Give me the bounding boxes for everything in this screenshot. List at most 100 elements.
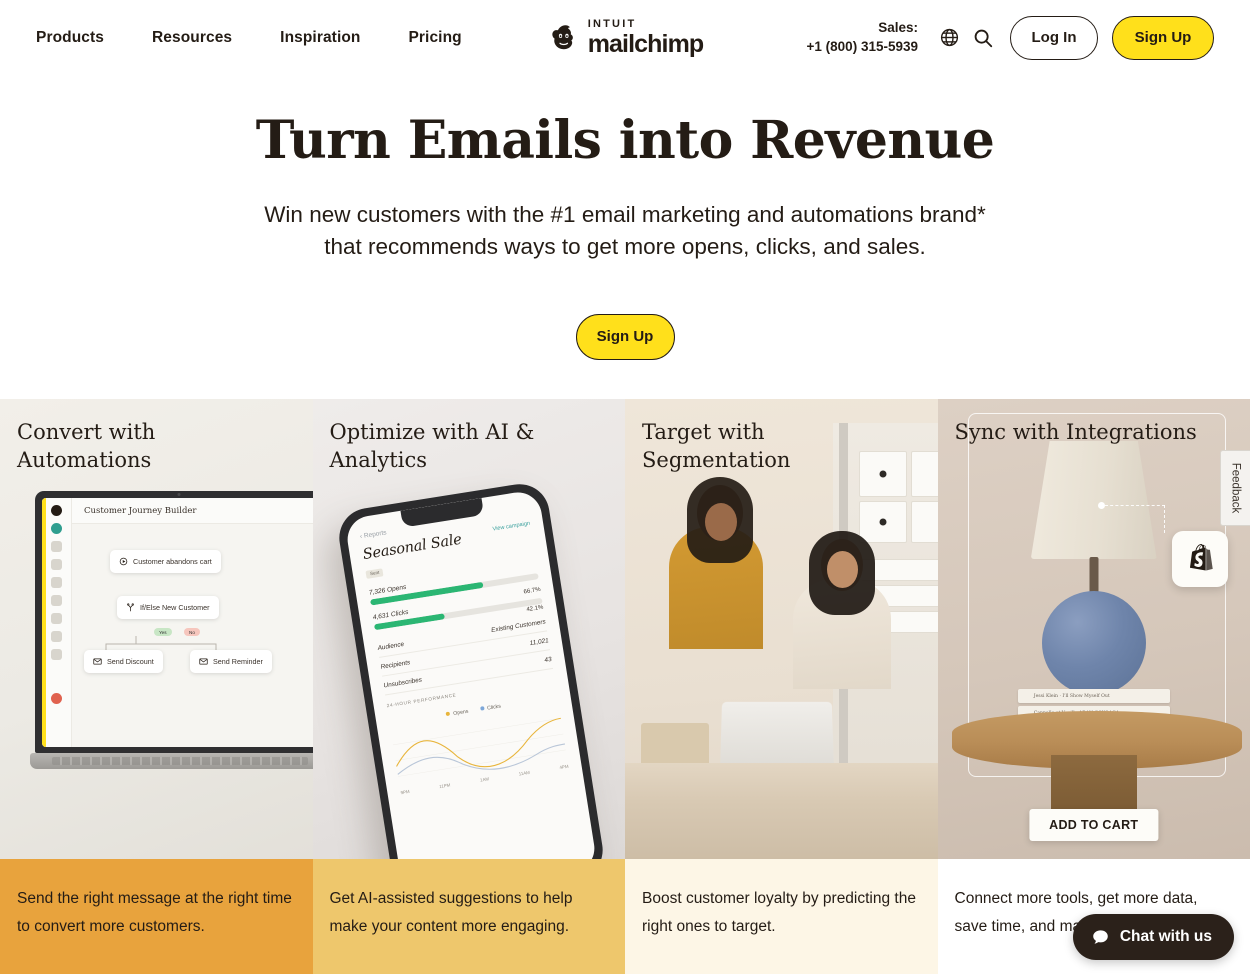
feature-card-integrations[interactable]: Sync with Integrations Jessi Klein · I'l…	[937, 399, 1250, 974]
legend-label-opens: Opens	[452, 708, 469, 717]
lamp-shade	[1030, 441, 1157, 559]
login-button[interactable]: Log In	[1010, 15, 1098, 60]
report-row-recipients-label: Recipients	[379, 659, 411, 671]
journey-node-send-reminder: Send Reminder	[190, 650, 272, 673]
app-body: Customer Journey Builder Customer abando…	[72, 498, 313, 747]
hero-cta-container: Sign Up	[20, 313, 1230, 360]
storage-box	[910, 501, 938, 543]
laptop-on-table	[719, 701, 835, 772]
work-table	[625, 763, 938, 859]
journey-node-send-discount-label: Send Discount	[107, 657, 154, 666]
sales-label: Sales:	[878, 20, 918, 36]
play-circle-icon	[119, 557, 128, 566]
card-media-automations: Convert with Automations Customer Journe…	[0, 399, 313, 859]
phone-screen: ‹ Reports View campaign Seasonal Sale Se…	[343, 489, 598, 859]
x-tick-4: 4PM	[558, 763, 569, 771]
sidebar-icon-campaigns	[51, 541, 62, 552]
chat-widget-label: Chat with us	[1119, 928, 1212, 945]
envelope-icon	[199, 658, 208, 665]
app-topbar-title: Customer Journey Builder	[72, 498, 313, 524]
sidebar-icon-automations	[51, 613, 62, 624]
report-status-badge: Sent	[364, 567, 384, 579]
hero-subtitle: Win new customers with the #1 email mark…	[264, 202, 986, 260]
sidebar-icon-audience	[51, 559, 62, 570]
logo-intuit-text: INTUIT	[587, 17, 637, 30]
card-media-integrations: Sync with Integrations Jessi Klein · I'l…	[937, 399, 1250, 859]
sidebar-logo-icon	[51, 505, 62, 516]
nav-item-resources[interactable]: Resources	[152, 23, 232, 53]
app-sidebar	[42, 498, 72, 747]
site-header: Products Resources Inspiration Pricing I…	[0, 0, 1250, 75]
card-title-integrations: Sync with Integrations	[954, 420, 1197, 444]
signup-button-hero[interactable]: Sign Up	[575, 313, 675, 360]
sidebar-icon-search	[51, 649, 62, 660]
lamp-base-globe	[1041, 591, 1146, 695]
legend-label-clicks: Clicks	[486, 703, 501, 712]
shopify-integration-badge[interactable]	[1172, 531, 1228, 587]
sidebar-icon-profile	[51, 693, 62, 704]
chat-bubble-icon	[1093, 929, 1108, 944]
journey-node-send-discount: Send Discount	[84, 650, 163, 673]
legend-item-clicks: Clicks	[479, 704, 501, 713]
phone-body: ‹ Reports View campaign Seasonal Sale Se…	[334, 479, 607, 859]
journey-node-trigger-label: Customer abandons cart	[133, 557, 212, 566]
storage-box	[858, 501, 907, 543]
card-media-segmentation: Target with Segmentation	[625, 399, 938, 859]
x-tick-3: 11AM	[517, 769, 530, 777]
integrations-photo: Jessi Klein · I'll Show Myself Out Canne…	[937, 399, 1250, 859]
feature-card-automations[interactable]: Convert with Automations Customer Journe…	[0, 399, 313, 974]
laptop-camera-icon	[177, 493, 181, 496]
globe-icon	[940, 28, 958, 47]
report-row-unsubscribes-value: 43	[543, 656, 552, 665]
card-title-ai-analytics: Optimize with AI & Analytics	[329, 420, 535, 472]
sidebar-icon-create	[51, 523, 62, 534]
journey-node-condition: If/Else New Customer	[117, 596, 219, 619]
logo-wordmark: INTUIT mailchimp	[587, 17, 704, 57]
language-selector-button[interactable]	[932, 21, 966, 55]
add-to-cart-button[interactable]: ADD TO CART	[1029, 809, 1159, 841]
laptop-illustration: Customer Journey Builder Customer abando…	[30, 491, 313, 791]
hero-section: Turn Emails into Revenue Win new custome…	[0, 75, 1250, 360]
nav-item-inspiration[interactable]: Inspiration	[280, 23, 360, 53]
card-description-segmentation: Boost customer loyalty by predicting the…	[625, 859, 938, 974]
shopify-icon	[1190, 544, 1213, 571]
person-right-face	[827, 551, 858, 588]
feature-card-ai-analytics[interactable]: Optimize with AI & Analytics ‹ Reports V…	[312, 399, 625, 974]
report-row-audience-label: Audience	[376, 640, 405, 652]
performance-section-label: 24-HOUR PERFORMANCE	[385, 692, 457, 709]
search-button[interactable]	[966, 21, 1000, 55]
feedback-tab[interactable]: Feedback	[1220, 450, 1250, 526]
hotspot-dot-icon	[1097, 502, 1105, 509]
journey-node-send-reminder-label: Send Reminder	[213, 657, 263, 666]
nav-item-products[interactable]: Products	[36, 23, 104, 53]
sidebar-icon-content	[51, 577, 62, 588]
hotspot-connector-line	[1104, 505, 1165, 506]
signup-button-header[interactable]: Sign Up	[1112, 15, 1214, 60]
feature-card-segmentation[interactable]: Target with Segmentation Boost customer …	[625, 399, 938, 974]
branch-label-yes: Yes	[154, 628, 172, 636]
branch-icon	[127, 603, 134, 612]
branch-label-no: No	[184, 628, 200, 636]
sidebar-accent-bar	[42, 498, 46, 747]
laptop-screen: Customer Journey Builder Customer abando…	[42, 498, 313, 747]
search-icon	[974, 29, 993, 47]
chat-widget-button[interactable]: Chat with us	[1072, 914, 1234, 960]
person-left-face	[705, 503, 737, 541]
mailchimp-logo[interactable]: INTUIT mailchimp	[547, 17, 704, 57]
feature-cards: Convert with Automations Customer Journe…	[0, 399, 1250, 974]
x-tick-0: 9PM	[399, 788, 410, 796]
header-actions: Sales: +1 (800) 315-5939 Log In Sign Up	[807, 15, 1214, 60]
card-title-automations: Convert with Automations	[17, 420, 156, 472]
metric-clicks-pct: 42.1%	[525, 604, 544, 614]
storage-box	[910, 451, 938, 497]
nav-item-pricing[interactable]: Pricing	[408, 23, 461, 53]
sales-contact[interactable]: Sales: +1 (800) 315-5939	[807, 19, 918, 55]
phone-illustration: ‹ Reports View campaign Seasonal Sale Se…	[334, 479, 607, 859]
journey-node-trigger: Customer abandons cart	[110, 550, 221, 573]
x-tick-2: 1AM	[479, 776, 489, 783]
sales-phone-number[interactable]: +1 (800) 315-5939	[807, 38, 918, 56]
hotspot-connector-line-vertical	[1163, 505, 1165, 533]
mailchimp-chimp-icon	[552, 24, 573, 49]
card-media-ai-analytics: Optimize with AI & Analytics ‹ Reports V…	[312, 399, 625, 859]
report-row-audience-value: Existing Customers	[490, 618, 546, 635]
